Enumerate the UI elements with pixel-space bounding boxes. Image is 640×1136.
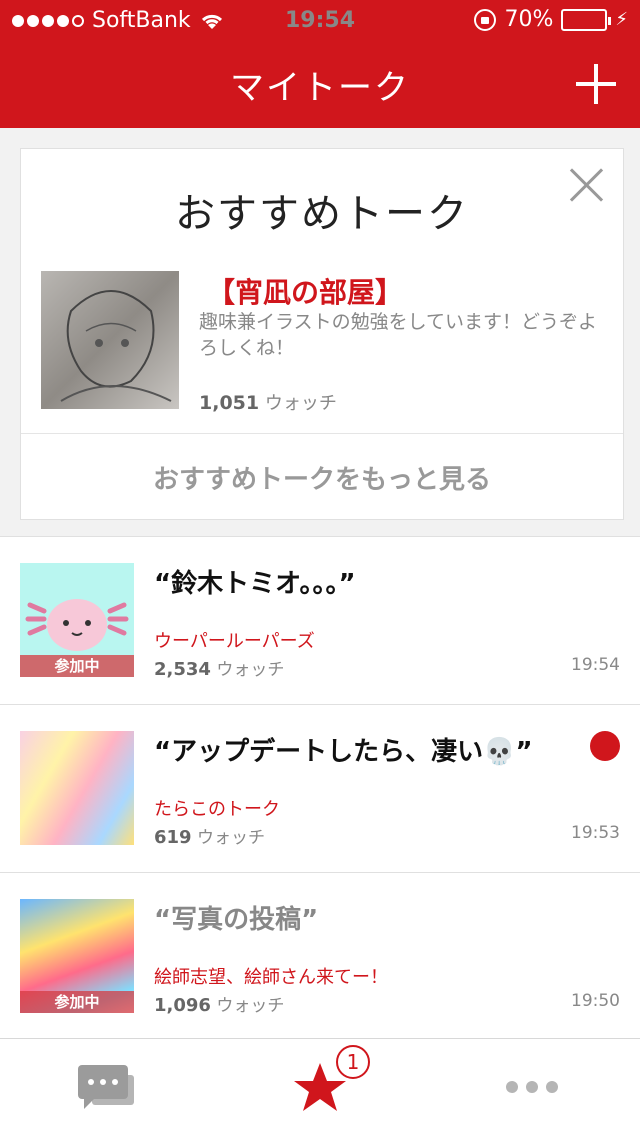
close-icon[interactable] xyxy=(569,167,605,203)
talk-watch: 2,534 ウォッチ xyxy=(154,655,284,680)
chat-bubbles-icon xyxy=(78,1065,134,1109)
talk-watch: 1,096 ウォッチ xyxy=(154,991,284,1016)
watch-label: ウォッチ xyxy=(196,828,265,848)
talk-thumbnail: 参加中 xyxy=(20,899,134,1013)
recommendation-thumbnail[interactable] xyxy=(41,271,179,409)
watch-count: 1,051 xyxy=(199,392,260,414)
talk-group: ウーパールーパーズ xyxy=(154,631,315,652)
battery-percent: 70% xyxy=(504,7,554,32)
talk-group: たらこのトーク xyxy=(154,799,280,820)
tab-my-talk[interactable]: 1 xyxy=(260,1039,380,1136)
talk-watch: 619 ウォッチ xyxy=(154,823,265,848)
header: SoftBank 19:54 70% ⚡ マイトーク xyxy=(0,0,640,128)
watch-label: ウォッチ xyxy=(216,660,285,680)
watch-count: 619 xyxy=(154,827,192,848)
more-dots-icon xyxy=(506,1081,558,1093)
watch-label: ウォッチ xyxy=(264,393,337,414)
watch-count: 2,534 xyxy=(154,659,211,680)
talk-list: 参加中 “鈴木トミオ。。。” ウーパールーパーズ 2,534 ウォッチ 19:5… xyxy=(0,536,640,1041)
notification-badge: 1 xyxy=(336,1045,370,1079)
add-talk-button[interactable] xyxy=(576,64,616,104)
joined-badge: 参加中 xyxy=(20,991,134,1013)
tab-talks[interactable] xyxy=(46,1039,166,1136)
tab-bar: 1 xyxy=(0,1038,640,1136)
battery-icon xyxy=(561,8,612,31)
joined-badge: 参加中 xyxy=(20,655,134,677)
recommendation-watch: 1,051 ウォッチ xyxy=(199,389,337,415)
talk-thumbnail: 参加中 xyxy=(20,563,134,677)
talk-row[interactable]: 参加中 “鈴木トミオ。。。” ウーパールーパーズ 2,534 ウォッチ 19:5… xyxy=(0,537,640,705)
unread-indicator xyxy=(590,731,620,761)
recommendation-title: おすすめトーク xyxy=(175,191,469,237)
talk-thumbnail xyxy=(20,731,134,845)
rotation-lock-icon xyxy=(474,8,497,31)
talk-row[interactable]: 参加中 “写真の投稿” 絵師志望、絵師さん来てー！ 1,096 ウォッチ 19:… xyxy=(0,873,640,1041)
status-bar: SoftBank 19:54 70% ⚡ xyxy=(0,0,640,40)
recommendation-card: おすすめトーク 【宵凪の部屋】 趣味兼イラストの勉強をしています！どうぞよろしく… xyxy=(20,148,624,520)
talk-time: 19:54 xyxy=(571,655,620,675)
page-title: マイトーク xyxy=(230,68,410,108)
recommendation-description: 趣味兼イラストの勉強をしています！どうぞよろしくね！ xyxy=(199,311,598,359)
talk-group: 絵師志望、絵師さん来てー！ xyxy=(154,967,388,988)
talk-title: “アップデートしたら、凄い💀” xyxy=(154,737,533,767)
charging-icon: ⚡ xyxy=(615,9,628,30)
tab-more[interactable] xyxy=(470,1039,590,1136)
status-right: 70% ⚡ xyxy=(474,7,628,32)
talk-row[interactable]: “アップデートしたら、凄い💀” たらこのトーク 619 ウォッチ 19:53 xyxy=(0,705,640,873)
talk-title: “写真の投稿” xyxy=(154,905,319,935)
see-more-button[interactable]: おすすめトークをもっと見る xyxy=(21,459,623,496)
talk-time: 19:53 xyxy=(571,823,620,843)
watch-label: ウォッチ xyxy=(216,996,285,1016)
recommendation-name[interactable]: 【宵凪の部屋】 xyxy=(207,271,403,311)
divider xyxy=(21,433,623,434)
watch-count: 1,096 xyxy=(154,995,211,1016)
talk-title: “鈴木トミオ。。。” xyxy=(154,569,356,599)
talk-time: 19:50 xyxy=(571,991,620,1011)
